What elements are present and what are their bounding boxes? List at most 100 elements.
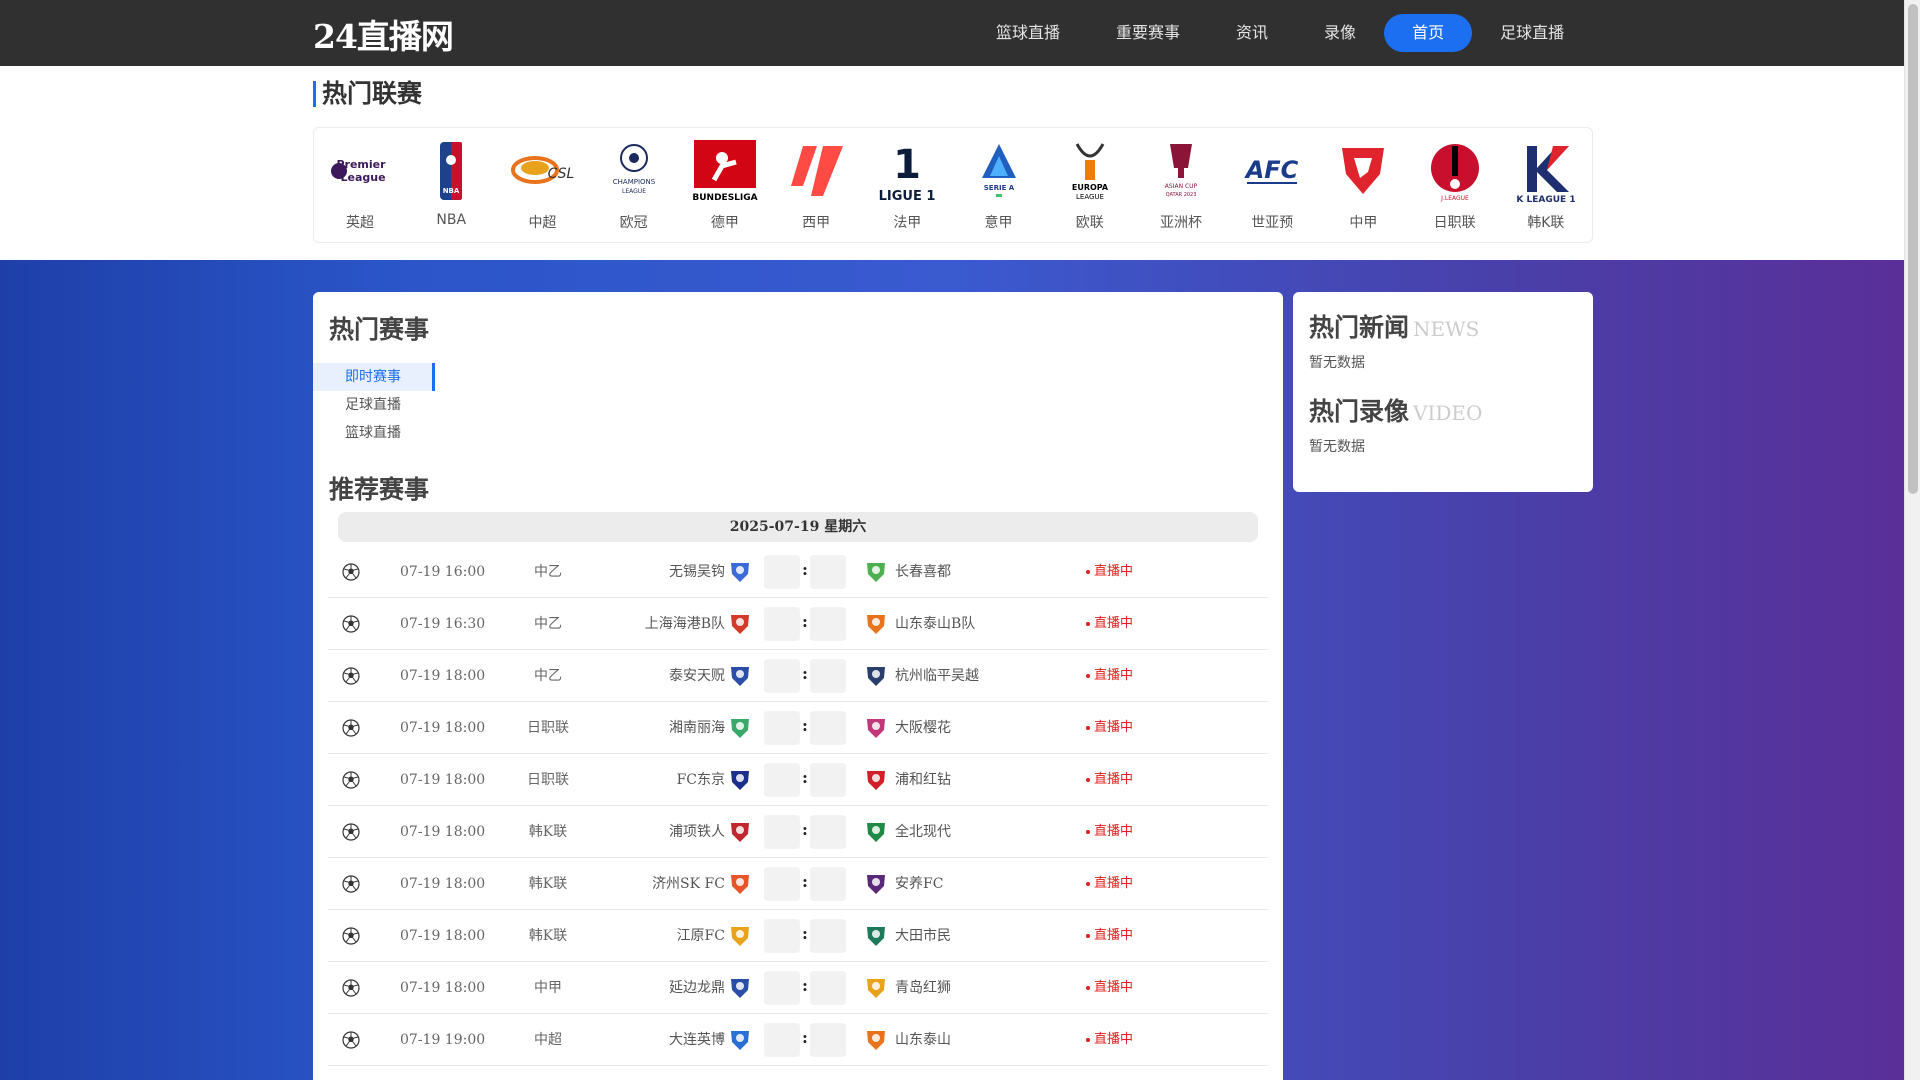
league-item[interactable]: ASIAN CUP QATAR 2023 亚洲杯	[1141, 136, 1221, 242]
live-status-link[interactable]: 直播中	[1086, 650, 1133, 702]
nav-item[interactable]: 重要赛事	[1088, 14, 1208, 52]
home-team-name[interactable]: FC东京	[677, 754, 725, 806]
home-team-name[interactable]: 无锡吴钩	[669, 546, 725, 598]
top-navbar: 24直播网 篮球直播 重要赛事 资讯 录像 首页 足球直播	[0, 0, 1904, 66]
nav-item[interactable]: 篮球直播	[968, 14, 1088, 52]
away-team-name[interactable]: 山东泰山	[895, 1014, 951, 1066]
league-item[interactable]: 西甲	[776, 136, 856, 242]
league-item[interactable]: Premier League 英超	[320, 136, 400, 242]
live-status-link[interactable]: 直播中	[1086, 754, 1133, 806]
live-status-link[interactable]: 直播中	[1086, 806, 1133, 858]
away-score	[810, 1023, 846, 1057]
leagues-strip: Premier League 英超 NBA NBA CSL 中超 CHAMPIONS LEAGU…	[313, 127, 1593, 243]
home-team-name[interactable]: 大连英博	[669, 1014, 725, 1066]
match-row[interactable]: 07-19 19:00 中超 大连英博: 山东泰山 直播中	[328, 1014, 1268, 1066]
svg-text:CHAMPIONS: CHAMPIONS	[612, 178, 655, 186]
match-tab[interactable]: 足球直播	[313, 391, 435, 419]
league-item[interactable]: 1 LIGUE 1 法甲	[867, 136, 947, 242]
leagues-heading: 热门联赛	[313, 81, 422, 107]
home-team-name[interactable]: 延边龙鼎	[669, 962, 725, 1014]
match-row[interactable]: 07-19 18:00 韩K联 济州SK FC: 安养FC 直播中	[328, 858, 1268, 910]
league-item[interactable]: K LEAGUE 1 韩K联	[1506, 136, 1586, 242]
live-status-link[interactable]: 直播中	[1086, 598, 1133, 650]
league-item[interactable]: BUNDESLIGA 德甲	[685, 136, 765, 242]
score-separator: :	[802, 560, 808, 579]
matches-panel: 热门赛事 即时赛事 足球直播 篮球直播 推荐赛事 2025-07-19 星期六 07…	[313, 292, 1283, 1080]
nav-item[interactable]: 足球直播	[1472, 14, 1592, 52]
match-row[interactable]: 07-19 18:00 韩K联 江原FC: 大田市民 直播中	[328, 910, 1268, 962]
away-team-name[interactable]: 青岛红狮	[895, 962, 951, 1014]
svg-text:LEAGUE: LEAGUE	[1076, 193, 1104, 201]
home-team-name[interactable]: 上海海港B队	[645, 598, 725, 650]
score-box: :	[764, 555, 846, 589]
site-logo[interactable]: 24直播网	[313, 10, 454, 58]
score-box: :	[764, 1023, 846, 1057]
league-item[interactable]: CHAMPIONS LEAGUE 欧冠	[594, 136, 674, 242]
home-team-name[interactable]: 济州SK FC	[652, 858, 725, 910]
score-separator: :	[802, 872, 808, 891]
match-tabs: 即时赛事 足球直播 篮球直播	[313, 363, 435, 447]
away-team-name[interactable]: 杭州临平吴越	[895, 650, 979, 702]
live-status-link[interactable]: 直播中	[1086, 962, 1133, 1014]
match-row[interactable]: 07-19 18:00 中乙 泰安天贶: 杭州临平吴越 直播中	[328, 650, 1268, 702]
live-status-link[interactable]: 直播中	[1086, 858, 1133, 910]
away-team-name[interactable]: 浦和红钻	[895, 754, 951, 806]
home-team-crest-icon	[728, 768, 752, 792]
match-league: 日职联	[527, 720, 569, 736]
match-row[interactable]: 07-19 18:00 日职联 FC东京: 浦和红钻 直播中	[328, 754, 1268, 806]
match-league: 中甲	[534, 980, 562, 996]
away-team-name[interactable]: 山东泰山B队	[895, 598, 975, 650]
soccer-ball-icon	[342, 875, 360, 893]
match-row[interactable]: 07-19 18:00 韩K联 浦项铁人: 全北现代 直播中	[328, 806, 1268, 858]
news-title: 热门新闻	[1309, 313, 1410, 342]
league-item[interactable]: J.LEAGUE 日职联	[1415, 136, 1495, 242]
news-heading: 热门新闻 NEWS	[1309, 308, 1479, 344]
league-name: 德甲	[710, 215, 739, 231]
match-row[interactable]: 07-19 16:00 中乙 无锡吴钩: 长春喜都 直播中	[328, 546, 1268, 598]
match-tab[interactable]: 即时赛事	[313, 363, 435, 391]
league-item[interactable]: SERIE A 意甲	[959, 136, 1039, 242]
svg-text:League: League	[340, 171, 385, 184]
svg-text:QATAR 2023: QATAR 2023	[1166, 192, 1197, 198]
match-row[interactable]: 07-19 16:30 中乙 上海海港B队: 山东泰山B队 直播中	[328, 598, 1268, 650]
live-status-link[interactable]: 直播中	[1086, 702, 1133, 754]
match-row[interactable]: 07-19 18:00 中甲 延边龙鼎: 青岛红狮 直播中	[328, 962, 1268, 1014]
home-team-name[interactable]: 湘南丽海	[669, 702, 725, 754]
live-status-link[interactable]: 直播中	[1086, 546, 1133, 598]
soccer-ball-icon	[342, 615, 360, 633]
away-team-name[interactable]: 大阪樱花	[895, 702, 951, 754]
home-team-name[interactable]: 江原FC	[677, 910, 725, 962]
league-item[interactable]: EUROPA LEAGUE 欧联	[1050, 136, 1130, 242]
away-score	[810, 711, 846, 745]
page-scrollbar[interactable]	[1904, 0, 1920, 1080]
live-status-link[interactable]: 直播中	[1086, 910, 1133, 962]
match-time: 07-19 16:30	[400, 616, 486, 632]
league-item[interactable]: CSL 中超	[502, 136, 582, 242]
league-item[interactable]: NBA NBA	[411, 136, 491, 242]
away-team-name[interactable]: 安养FC	[895, 858, 943, 910]
match-row[interactable]: 07-19 18:00 日职联 湘南丽海: 大阪樱花 直播中	[328, 702, 1268, 754]
nav-item[interactable]: 首页	[1384, 14, 1473, 52]
soccer-ball-icon	[342, 979, 360, 997]
home-team-crest-icon	[728, 976, 752, 1000]
away-team-name[interactable]: 大田市民	[895, 910, 951, 962]
home-team-name[interactable]: 泰安天贶	[669, 650, 725, 702]
home-score	[764, 919, 800, 953]
match-tab[interactable]: 篮球直播	[313, 419, 435, 447]
away-team-name[interactable]: 全北现代	[895, 806, 951, 858]
home-score	[764, 763, 800, 797]
live-status-link[interactable]: 直播中	[1086, 1014, 1133, 1066]
score-separator: :	[802, 976, 808, 995]
league-item[interactable]: AFC 世亚预	[1232, 136, 1312, 242]
europa-league-logo-icon: EUROPA LEAGUE	[1057, 136, 1123, 206]
away-team-name[interactable]: 长春喜都	[895, 546, 951, 598]
nav-item[interactable]: 资讯	[1208, 14, 1296, 52]
home-team-crest-icon	[728, 560, 752, 584]
match-time: 07-19 18:00	[400, 720, 486, 736]
league-item[interactable]: 中甲	[1323, 136, 1403, 242]
scrollbar-thumb[interactable]	[1908, 4, 1918, 494]
home-team-name[interactable]: 浦项铁人	[669, 806, 725, 858]
away-score	[810, 607, 846, 641]
nav-item[interactable]: 录像	[1296, 14, 1384, 52]
away-score	[810, 919, 846, 953]
